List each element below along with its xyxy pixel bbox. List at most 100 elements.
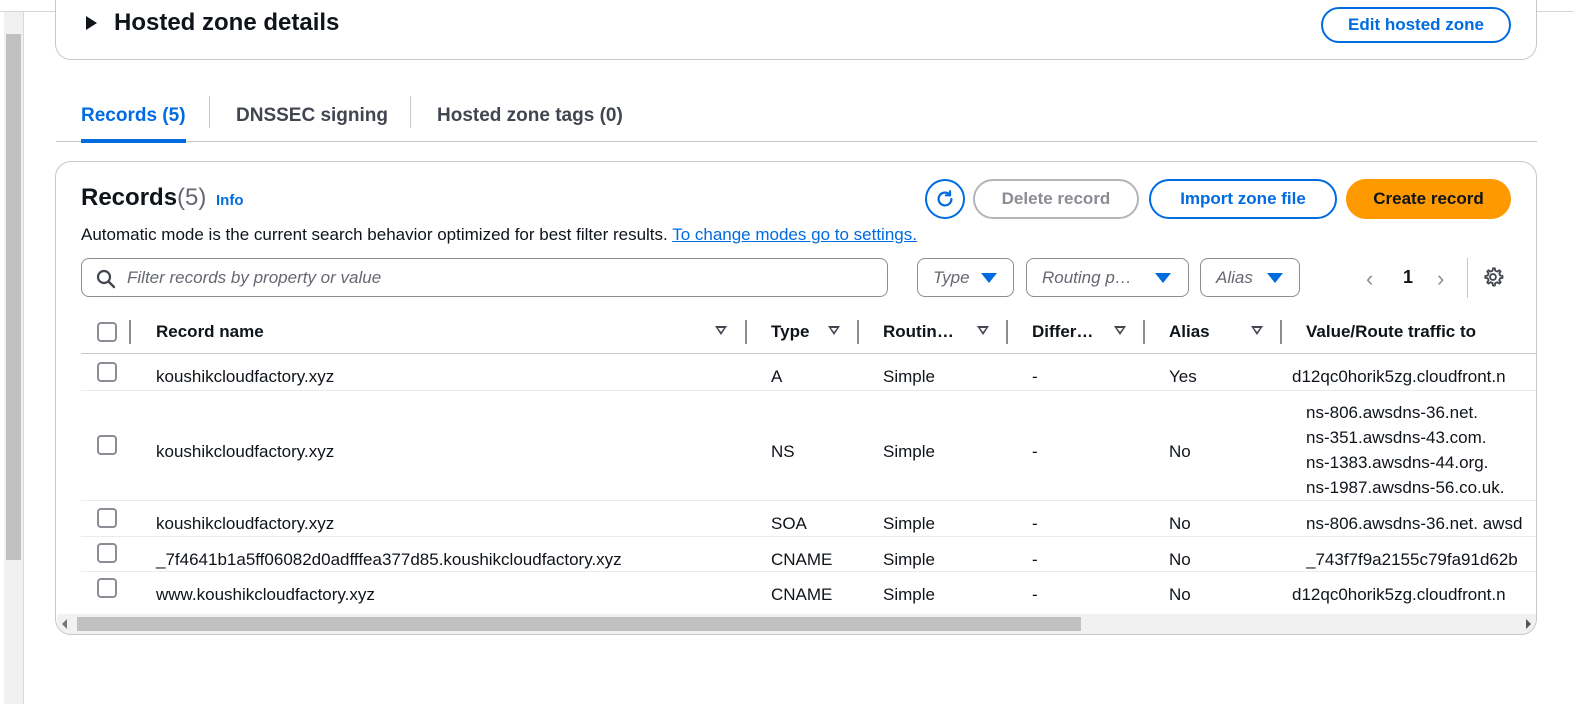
alias-cell: Yes <box>1169 367 1197 386</box>
caret-down-icon <box>981 273 997 283</box>
sort-icon[interactable] <box>715 326 727 335</box>
row-checkbox[interactable] <box>97 508 117 528</box>
search-mode-text: Automatic mode is the current search beh… <box>81 225 668 244</box>
row-checkbox[interactable] <box>97 435 117 455</box>
table-row[interactable]: _7f4641b1a5ff06082d0adfffea377d85.koushi… <box>81 537 1536 572</box>
column-divider[interactable] <box>1006 320 1008 344</box>
filter-records-input[interactable]: Filter records by property or value <box>81 258 888 297</box>
caret-down-icon <box>1155 273 1171 283</box>
value-cell: d12qc0horik5zg.cloudfront.n <box>1292 585 1506 604</box>
import-zone-file-button[interactable]: Import zone file <box>1149 179 1337 219</box>
sort-icon[interactable] <box>828 326 840 335</box>
ns-value-line: ns-806.awsdns-36.net. <box>1306 403 1478 422</box>
route53-hosted-zone-page: Hosted zone details Edit hosted zone Rec… <box>0 0 1574 704</box>
records-title: Records <box>81 184 178 211</box>
create-record-button[interactable]: Create record <box>1346 179 1511 219</box>
record-name-cell[interactable]: koushikcloudfactory.xyz <box>156 442 334 462</box>
value-cell: ns-806.awsdns-36.net. awsd <box>1306 514 1523 533</box>
tab-bar: Records (5) DNSSEC signing Hosted zone t… <box>56 90 1537 143</box>
routing-policy-cell: Simple <box>883 585 935 604</box>
table-row[interactable]: www.koushikcloudfactory.xyz CNAME Simple… <box>81 572 1536 612</box>
differentiator-cell: - <box>1032 514 1038 533</box>
column-header-alias[interactable]: Alias <box>1169 322 1210 342</box>
ns-value-line: ns-1987.awsdns-56.co.uk. <box>1306 478 1505 497</box>
record-name-cell[interactable]: _7f4641b1a5ff06082d0adfffea377d85.koushi… <box>156 550 622 570</box>
expand-caret-icon[interactable] <box>86 16 97 30</box>
column-header-type[interactable]: Type <box>771 322 809 342</box>
sort-icon[interactable] <box>977 326 989 335</box>
tab-divider <box>410 96 411 128</box>
routing-policy-cell: Simple <box>883 367 935 386</box>
record-type-cell: CNAME <box>771 585 833 604</box>
value-cell: ns-806.awsdns-36.net. ns-351.awsdns-43.c… <box>1306 400 1504 500</box>
horizontal-scrollbar-thumb[interactable] <box>77 617 1081 631</box>
scroll-right-arrow-icon[interactable] <box>1526 619 1531 629</box>
alias-cell: No <box>1169 585 1191 604</box>
column-divider[interactable] <box>1143 320 1145 344</box>
differentiator-cell: - <box>1032 367 1038 386</box>
hosted-zone-details-title[interactable]: Hosted zone details <box>114 9 339 37</box>
differentiator-cell: - <box>1032 442 1038 461</box>
record-type-cell: NS <box>771 442 795 461</box>
column-header-routing-policy[interactable]: Routin… <box>883 322 954 342</box>
row-checkbox[interactable] <box>97 543 117 563</box>
alias-filter-select[interactable]: Alias <box>1200 258 1300 297</box>
delete-record-button[interactable]: Delete record <box>973 179 1139 219</box>
column-header-value[interactable]: Value/Route traffic to <box>1306 322 1476 342</box>
info-link[interactable]: Info <box>216 192 244 209</box>
records-count: (5) <box>177 184 207 211</box>
sort-icon[interactable] <box>1251 326 1263 335</box>
table-row[interactable]: koushikcloudfactory.xyz SOA Simple - No … <box>81 501 1536 537</box>
caret-down-icon <box>1267 273 1283 283</box>
next-page-icon[interactable]: › <box>1437 266 1444 292</box>
column-divider <box>129 320 131 344</box>
edit-hosted-zone-button[interactable]: Edit hosted zone <box>1321 7 1511 43</box>
alias-cell: No <box>1169 550 1191 569</box>
column-header-differentiator[interactable]: Differ… <box>1032 322 1093 342</box>
table-row[interactable]: koushikcloudfactory.xyz NS Simple - No n… <box>81 391 1536 501</box>
alias-cell: No <box>1169 514 1191 533</box>
value-cell: d12qc0horik5zg.cloudfront.n <box>1292 367 1506 386</box>
tab-dnssec-signing[interactable]: DNSSEC signing <box>236 90 388 141</box>
scroll-left-arrow-icon[interactable] <box>62 619 67 629</box>
table-horizontal-scrollbar[interactable] <box>57 614 1536 634</box>
refresh-button[interactable] <box>925 179 965 219</box>
row-checkbox[interactable] <box>97 578 117 598</box>
gear-icon[interactable] <box>1482 266 1504 288</box>
column-divider[interactable] <box>745 320 747 344</box>
record-name-cell[interactable]: koushikcloudfactory.xyz <box>156 367 334 387</box>
tab-records[interactable]: Records (5) <box>81 90 186 143</box>
table-row[interactable]: koushikcloudfactory.xyz A Simple - Yes d… <box>81 354 1536 391</box>
page-scrollbar-thumb[interactable] <box>6 34 21 560</box>
column-divider[interactable] <box>857 320 859 344</box>
record-name-cell[interactable]: www.koushikcloudfactory.xyz <box>156 585 375 605</box>
hosted-zone-details-panel: Hosted zone details Edit hosted zone <box>55 0 1537 60</box>
record-type-cell: SOA <box>771 514 807 533</box>
refresh-icon <box>937 190 953 207</box>
routing-policy-filter-select[interactable]: Routing p… <box>1026 258 1189 297</box>
search-icon <box>96 269 116 289</box>
ns-value-line: ns-351.awsdns-43.com. <box>1306 428 1487 447</box>
previous-page-icon[interactable]: ‹ <box>1366 266 1373 292</box>
routing-policy-cell: Simple <box>883 514 935 533</box>
row-checkbox[interactable] <box>97 362 117 382</box>
record-name-cell[interactable]: koushikcloudfactory.xyz <box>156 514 334 534</box>
search-mode-description: Automatic mode is the current search beh… <box>81 225 917 245</box>
page-scrollbar[interactable] <box>4 12 24 704</box>
select-all-checkbox[interactable] <box>97 322 117 342</box>
record-type-cell: CNAME <box>771 550 833 569</box>
differentiator-cell: - <box>1032 550 1038 569</box>
current-page-number[interactable]: 1 <box>1403 267 1413 288</box>
records-table-header: Record name Type Routin… Differ… Alias V… <box>81 314 1536 354</box>
sort-icon[interactable] <box>1114 326 1126 335</box>
change-mode-settings-link[interactable]: To change modes go to settings. <box>672 225 917 244</box>
column-header-record-name[interactable]: Record name <box>156 322 264 342</box>
type-filter-select[interactable]: Type <box>917 258 1014 297</box>
alias-filter-label: Alias <box>1216 268 1253 287</box>
value-cell: _743f7f9a2155c79fa91d62b <box>1306 550 1518 569</box>
tab-hosted-zone-tags[interactable]: Hosted zone tags (0) <box>437 90 623 141</box>
type-filter-label: Type <box>933 268 970 287</box>
ns-value-line: ns-1383.awsdns-44.org. <box>1306 453 1489 472</box>
column-divider[interactable] <box>1280 320 1282 344</box>
record-type-cell: A <box>771 367 783 386</box>
